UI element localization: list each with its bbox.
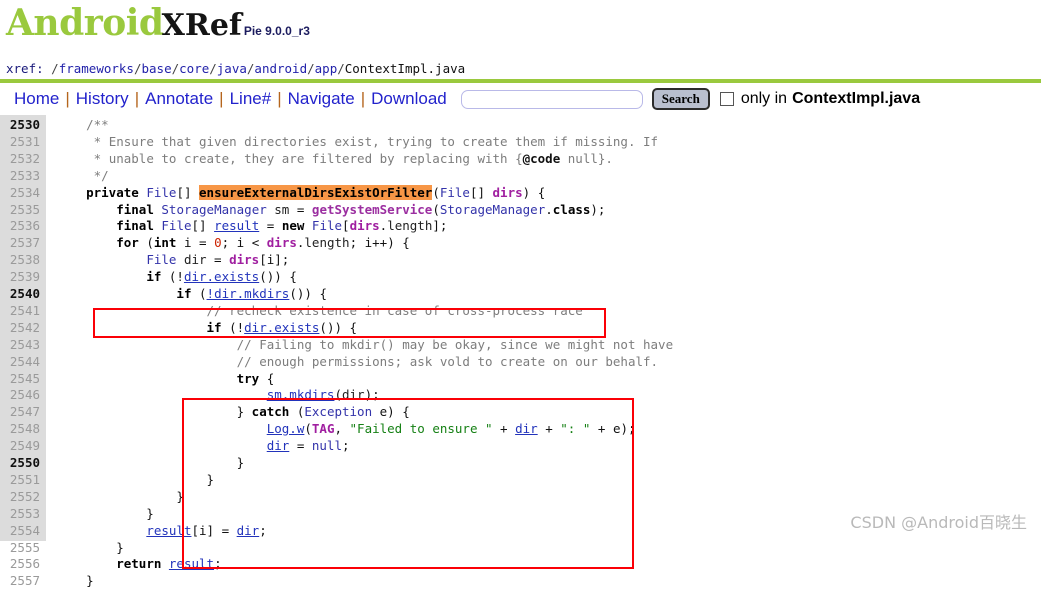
line-number-2551[interactable]: 2551 bbox=[0, 472, 40, 489]
only-in-file-checkbox[interactable] bbox=[719, 92, 734, 106]
path-separator: / bbox=[337, 61, 345, 76]
code-line-2537: for (int i = 0; i < dirs.length; i++) { bbox=[116, 235, 410, 251]
path-segment-java[interactable]: java bbox=[217, 61, 247, 76]
code-line-2539: if (!dir.exists()) { bbox=[146, 269, 297, 285]
only-in-file-label: only in bbox=[740, 90, 788, 107]
code-line-2533: */ bbox=[93, 167, 109, 183]
nav-link-linenum[interactable]: Line# bbox=[224, 89, 278, 109]
nav-link-history[interactable]: History bbox=[70, 89, 135, 109]
path-segment-app[interactable]: app bbox=[315, 61, 338, 76]
nav-link-download[interactable]: Download bbox=[365, 89, 453, 109]
line-number-2535[interactable]: 2535 bbox=[0, 202, 40, 219]
line-number-2537[interactable]: 2537 bbox=[0, 235, 40, 252]
code-line-2536: final File[] result = new File[dirs.leng… bbox=[116, 218, 448, 234]
masthead: AndroidXRef Pie 9.0.0_r3 bbox=[0, 0, 1041, 50]
source-code-viewer: 2530 2531 2532 2533 2534 2535 2536 2537 2538 2539… bbox=[0, 115, 1041, 588]
nav-link-annotate[interactable]: Annotate bbox=[139, 89, 219, 109]
line-number-2540[interactable]: 2540 bbox=[0, 286, 40, 303]
search-button[interactable]: Search bbox=[651, 88, 710, 110]
code-line-2538: File dir = dirs[i]; bbox=[146, 252, 290, 268]
logo-android-text: Android bbox=[6, 2, 164, 44]
breadcrumb: xref: /frameworks/base/core/java/android… bbox=[6, 61, 465, 76]
code-line-2542: if (!dir.exists()) { bbox=[206, 319, 358, 335]
line-number-2543[interactable]: 2543 bbox=[0, 337, 40, 354]
code-line-2550: } bbox=[56, 455, 245, 470]
line-number-2536[interactable]: 2536 bbox=[0, 218, 40, 235]
code-line-2556: return result; bbox=[116, 556, 222, 572]
line-number-2542[interactable]: 2542 bbox=[0, 320, 40, 337]
code-line-2551: } bbox=[56, 471, 215, 487]
path-segment-base[interactable]: base bbox=[142, 61, 172, 76]
watermark: CSDN @Android百晓生 bbox=[850, 513, 1027, 532]
line-number-2549[interactable]: 2549 bbox=[0, 438, 40, 455]
code-line-2531: * Ensure that given directories exist, t… bbox=[93, 133, 659, 149]
code-line-2543: // Failing to mkdir() may be okay, since… bbox=[236, 336, 674, 352]
logo-xref-text: XRef bbox=[161, 8, 242, 43]
line-number-2541[interactable]: 2541 bbox=[0, 303, 40, 320]
line-number-2548[interactable]: 2548 bbox=[0, 421, 40, 438]
code-line-2552: } bbox=[56, 488, 184, 504]
code-line-2544: // enough permissions; ask vold to creat… bbox=[236, 353, 659, 369]
line-number-2532[interactable]: 2532 bbox=[0, 151, 40, 168]
xref-path[interactable]: /frameworks/base/core/java/android/app/C… bbox=[51, 61, 465, 76]
navigation-bar: Home | History | Annotate | Line# | Navi… bbox=[0, 85, 1041, 113]
code-line-2530: /** bbox=[86, 117, 109, 132]
only-in-file-filename: ContextImpl.java bbox=[792, 90, 921, 107]
line-number-2533[interactable]: 2533 bbox=[0, 168, 40, 185]
code-line-2547: } catch (Exception e) { bbox=[56, 404, 410, 420]
code-line-2557: } bbox=[56, 573, 94, 589]
code-line-2555: } bbox=[56, 539, 124, 555]
path-segment-core[interactable]: core bbox=[179, 61, 209, 76]
xref-label: xref: bbox=[6, 61, 44, 76]
path-separator: / bbox=[171, 61, 180, 76]
code-line-2535: final StorageManager sm = getSystemServi… bbox=[116, 201, 606, 217]
line-number-2555[interactable]: 2555 bbox=[0, 540, 40, 557]
line-number-2534[interactable]: 2534 bbox=[0, 185, 40, 202]
line-number-2557[interactable]: 2557 bbox=[0, 573, 40, 590]
path-separator: / bbox=[209, 61, 217, 76]
path-filename[interactable]: ContextImpl.java bbox=[345, 61, 465, 76]
path-segment-android[interactable]: android bbox=[254, 61, 307, 76]
code-line-2532: * unable to create, they are filtered by… bbox=[93, 150, 613, 166]
path-separator: / bbox=[51, 61, 59, 76]
line-number-2531[interactable]: 2531 bbox=[0, 134, 40, 151]
code-line-2534: private File[] ensureExternalDirsExistOr… bbox=[86, 184, 546, 200]
line-number-2545[interactable]: 2545 bbox=[0, 371, 40, 388]
code-line-2541: // recheck existence in case of cross-pr… bbox=[206, 302, 583, 318]
line-number-2546[interactable]: 2546 bbox=[0, 387, 40, 404]
path-separator: / bbox=[307, 61, 315, 76]
line-number-2556[interactable]: 2556 bbox=[0, 556, 40, 573]
line-number-2547[interactable]: 2547 bbox=[0, 404, 40, 421]
line-number-2553[interactable]: 2553 bbox=[0, 506, 40, 523]
code-line-2548: Log.w(TAG, "Failed to ensure " + dir + "… bbox=[266, 421, 636, 437]
code-line-2554: result[i] = dir; bbox=[146, 522, 267, 538]
code-line-2545: try { bbox=[236, 370, 275, 386]
line-number-2552[interactable]: 2552 bbox=[0, 489, 40, 506]
green-divider bbox=[0, 79, 1041, 83]
line-number-2539[interactable]: 2539 bbox=[0, 269, 40, 286]
path-separator: / bbox=[133, 61, 142, 76]
code-line-2553: } bbox=[56, 505, 154, 521]
site-logo[interactable]: AndroidXRef Pie 9.0.0_r3 bbox=[6, 2, 310, 44]
line-number-2530[interactable]: 2530 bbox=[0, 117, 40, 134]
line-number-2550[interactable]: 2550 bbox=[0, 455, 40, 472]
code-line-2546: sm.mkdirs(dir); bbox=[266, 387, 380, 403]
line-number-2544[interactable]: 2544 bbox=[0, 354, 40, 371]
nav-link-navigate[interactable]: Navigate bbox=[282, 89, 361, 109]
logo-version-text: Pie 9.0.0_r3 bbox=[243, 24, 310, 38]
search-input[interactable] bbox=[460, 89, 643, 109]
path-segment-frameworks[interactable]: frameworks bbox=[59, 61, 134, 76]
nav-link-home[interactable]: Home bbox=[0, 89, 65, 109]
code-line-2540: if (!dir.mkdirs()) { bbox=[176, 286, 327, 301]
code-line-2549: dir = null; bbox=[266, 438, 350, 454]
line-number-2538[interactable]: 2538 bbox=[0, 252, 40, 269]
line-number-2554[interactable]: 2554 bbox=[0, 523, 40, 540]
